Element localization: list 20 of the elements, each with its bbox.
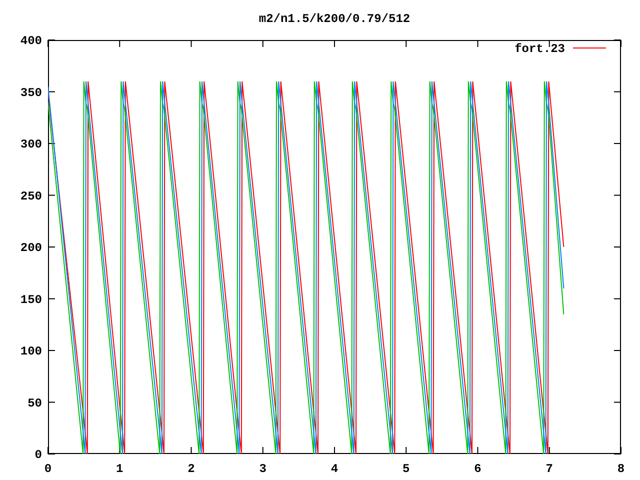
x-tick-label: 6 (474, 462, 482, 476)
y-tick-label: 50 (28, 396, 42, 410)
y-tick-label: 150 (20, 292, 42, 307)
y-tick-label: 100 (20, 344, 42, 358)
x-tick-label: 5 (402, 462, 410, 476)
x-tick-label: 7 (546, 462, 553, 476)
chart-title: m2/n1.5/k200/0.79/512 (258, 12, 410, 26)
y-tick-label: 400 (20, 34, 42, 48)
y-tick-label: 300 (20, 138, 42, 152)
y-tick-label: 200 (20, 241, 42, 255)
x-tick-label: 0 (44, 462, 52, 476)
x-tick-label: 2 (188, 462, 195, 476)
x-tick-label: 1 (116, 462, 124, 476)
y-tick-label: 0 (34, 448, 42, 462)
x-tick-label: 4 (330, 462, 338, 476)
x-tick-label: 3 (259, 462, 266, 476)
y-tick-label: 250 (20, 189, 42, 204)
y-tick-label: 350 (20, 86, 42, 100)
legend-label: fort.23 (514, 42, 565, 56)
x-tick-label: 8 (617, 462, 625, 476)
